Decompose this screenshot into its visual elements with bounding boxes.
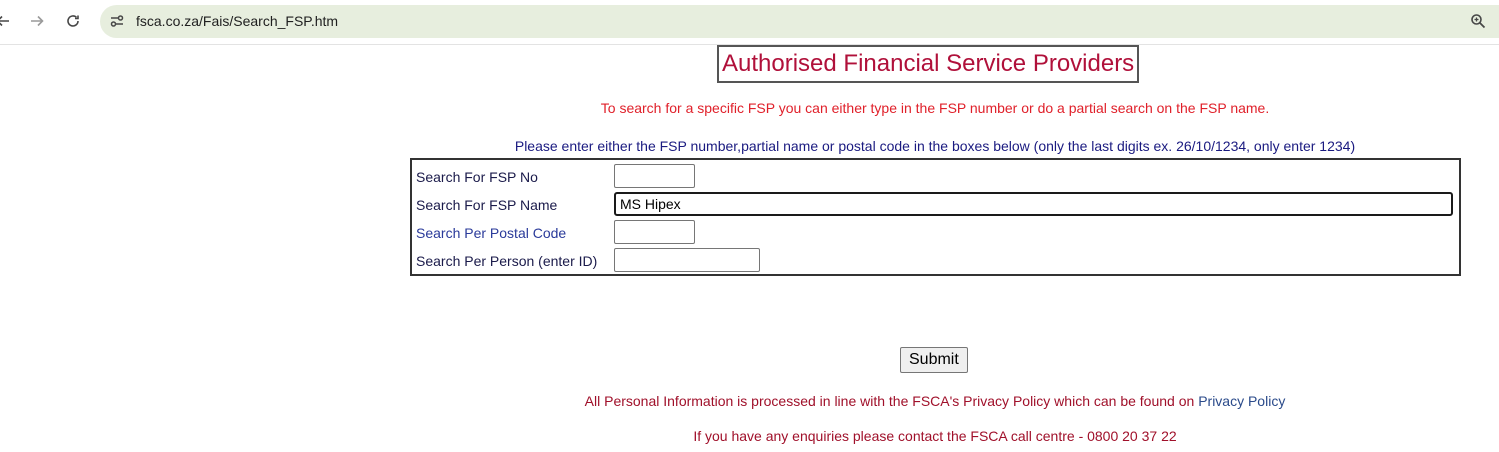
page-title: Authorised Financial Service Providers	[717, 45, 1140, 83]
instructions-text: Please enter either the FSP number,parti…	[514, 138, 1356, 154]
privacy-policy-link[interactable]: Privacy Policy	[1198, 393, 1285, 409]
fsp-no-row: Search For FSP No	[412, 162, 1459, 190]
fsp-no-input[interactable]	[614, 164, 695, 188]
fsp-name-label: Search For FSP Name	[416, 197, 558, 213]
privacy-text: All Personal Information is processed in…	[584, 393, 1199, 409]
enquiries-text: If you have any enquiries please contact…	[693, 428, 1177, 444]
url-text[interactable]: fsca.co.za/Fais/Search_FSP.htm	[136, 13, 338, 29]
back-arrow-icon[interactable]	[0, 8, 16, 34]
site-info-icon[interactable]	[108, 12, 126, 30]
privacy-notice: All Personal Information is processed in…	[0, 393, 1499, 409]
browser-toolbar: fsca.co.za/Fais/Search_FSP.htm	[0, 0, 1499, 45]
address-bar[interactable]: fsca.co.za/Fais/Search_FSP.htm	[100, 5, 1499, 38]
search-form: Search For FSP No Search For FSP Name Se…	[410, 158, 1461, 276]
forward-arrow-icon[interactable]	[24, 8, 50, 34]
intro-text: To search for a specific FSP you can eit…	[600, 100, 1270, 116]
fsp-name-input[interactable]	[614, 192, 1453, 216]
person-id-label: Search Per Person (enter ID)	[416, 253, 598, 269]
fsp-no-label: Search For FSP No	[416, 169, 538, 185]
page-content: Authorised Financial Service Providers T…	[0, 45, 1499, 452]
fsp-name-row: Search For FSP Name	[412, 190, 1459, 218]
postal-code-input[interactable]	[614, 220, 695, 244]
person-id-row: Search Per Person (enter ID)	[412, 246, 1459, 274]
person-id-input[interactable]	[614, 248, 760, 272]
zoom-icon[interactable]	[1469, 12, 1487, 30]
reload-icon[interactable]	[60, 8, 86, 34]
postal-code-label: Search Per Postal Code	[416, 225, 567, 241]
submit-button[interactable]: Submit	[900, 347, 968, 373]
postal-code-row: Search Per Postal Code	[412, 218, 1459, 246]
